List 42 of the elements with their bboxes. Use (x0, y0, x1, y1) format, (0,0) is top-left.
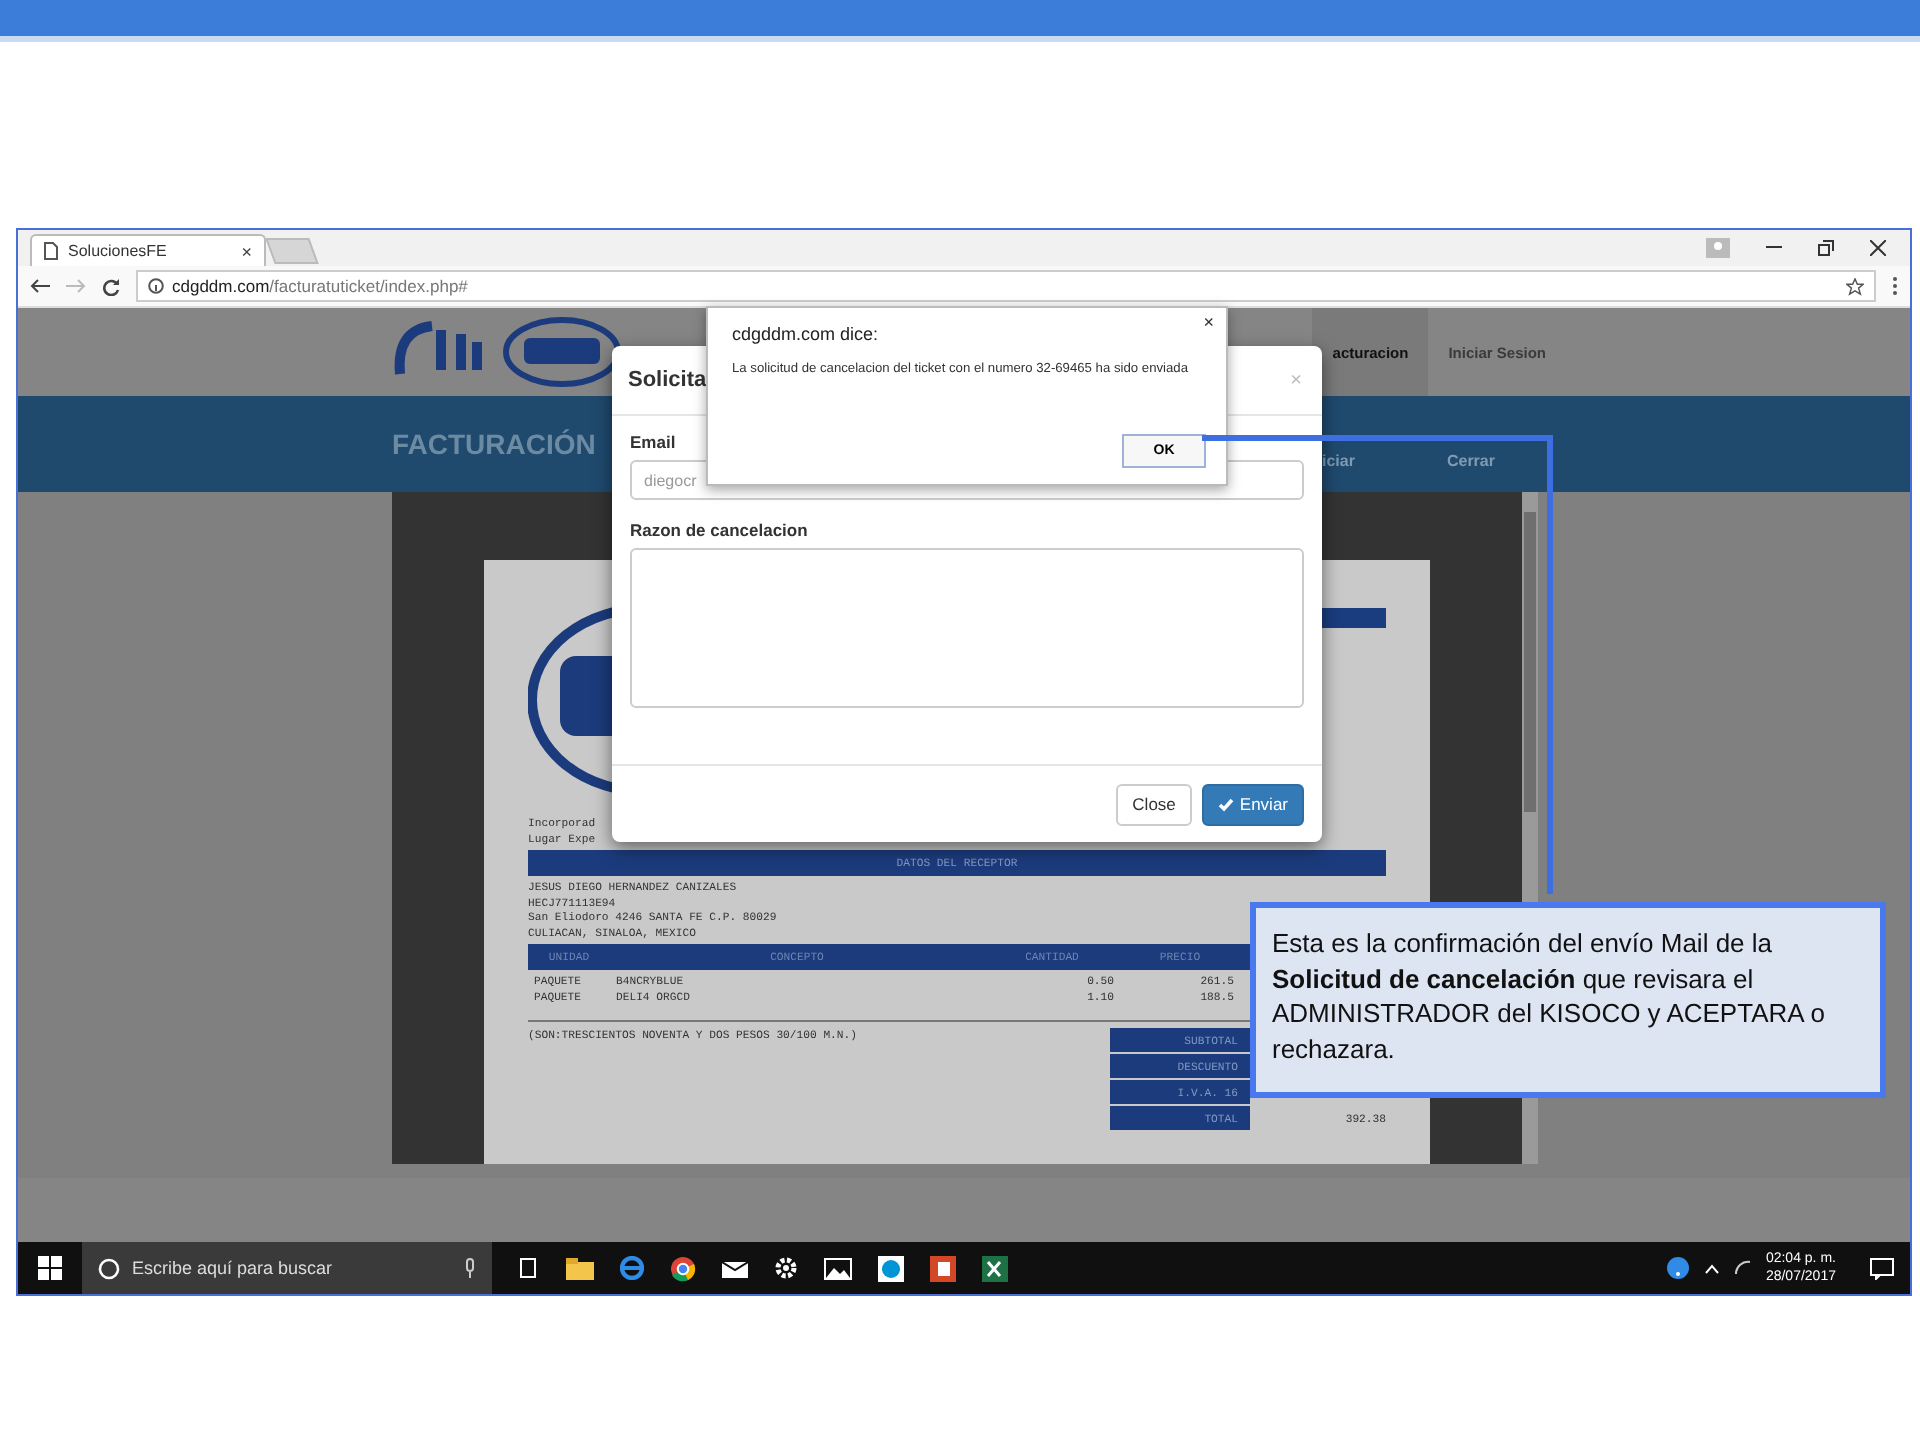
check-icon (1217, 797, 1234, 811)
task-view-icon[interactable] (516, 1258, 540, 1278)
restore-icon[interactable] (1818, 240, 1834, 256)
page-icon (44, 242, 58, 260)
chrome-icon[interactable] (670, 1255, 696, 1281)
browser-e-icon[interactable] (620, 1256, 644, 1280)
spreadsheet-app-icon[interactable] (982, 1255, 1008, 1281)
tab-close[interactable]: × (241, 241, 252, 261)
notification-icon[interactable] (1870, 1257, 1894, 1279)
alert-close[interactable]: × (1203, 312, 1214, 332)
menu-icon[interactable] (1892, 276, 1898, 296)
help-icon[interactable] (1665, 1256, 1690, 1280)
minimize-icon[interactable] (1766, 246, 1782, 250)
back-arrow-icon[interactable] (30, 278, 50, 294)
url-text: cdgddm.com/facturatuticket/index.php# (172, 276, 468, 296)
reason-field[interactable] (630, 548, 1304, 708)
wifi-icon[interactable] (1733, 1260, 1752, 1276)
star-icon[interactable] (1846, 277, 1864, 295)
photos-icon[interactable] (824, 1257, 852, 1279)
chevron-up-icon[interactable] (1703, 1263, 1720, 1273)
email-label: Email (630, 432, 676, 452)
reload-icon[interactable] (102, 277, 120, 295)
send-button[interactable]: Enviar (1201, 783, 1304, 825)
browser-tab[interactable]: SolucionesFE × (30, 234, 266, 266)
circle-icon (98, 1257, 120, 1279)
address-bar[interactable]: cdgddm.com/facturatuticket/index.php# (136, 270, 1876, 302)
folder-icon[interactable] (566, 1257, 594, 1279)
close-button[interactable]: Close (1116, 783, 1192, 825)
page-title: FACTURACIÓN (392, 428, 596, 460)
callout-tooltip: Esta es la confirmación del envío Mail de la Solicitud de cancelación que revisara el ADMINISTRADOR del KISOCO y ACEPTARA o rechazara. (1250, 902, 1886, 1098)
dialog-title: Solicita (628, 368, 707, 392)
gear-icon[interactable] (774, 1256, 798, 1280)
info-icon (148, 278, 164, 294)
reason-label: Razon de cancelacion (630, 520, 808, 540)
tab-title: SolucionesFE (68, 242, 167, 260)
alert-title: cdgddm.com dice: (732, 324, 881, 344)
close-icon[interactable] (1870, 240, 1886, 256)
mail-icon[interactable] (722, 1258, 748, 1278)
slides-app-icon[interactable] (930, 1255, 956, 1281)
windows-icon[interactable] (38, 1256, 62, 1280)
taskbar-search[interactable]: Escribe aquí para buscar (82, 1242, 492, 1294)
microphone-icon[interactable] (464, 1258, 476, 1278)
